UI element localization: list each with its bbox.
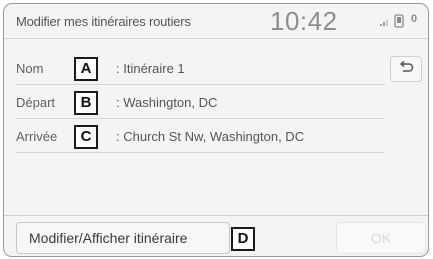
- callout-d: D: [231, 227, 255, 251]
- clock: 10:42: [270, 6, 338, 36]
- route-name-label: Nom: [16, 61, 44, 76]
- page-title: Modifier mes itinéraires routiers: [16, 14, 191, 29]
- departure-row[interactable]: Départ B : Washington, DC: [16, 88, 384, 119]
- footer-divider: [4, 215, 428, 216]
- phone-icon: [394, 14, 404, 28]
- callout-a: A: [74, 57, 98, 81]
- screen-frame: Modifier mes itinéraires routiers 10:42 …: [3, 3, 429, 257]
- signal-icon: [380, 20, 388, 26]
- callout-b: B: [74, 91, 98, 115]
- back-arrow-icon: [399, 61, 414, 72]
- ok-label: OK: [370, 230, 392, 246]
- arrival-value: : Church St Nw, Washington, DC: [116, 129, 305, 144]
- callout-c: C: [74, 125, 98, 149]
- route-name-row[interactable]: Nom A : Itinéraire 1: [16, 54, 384, 85]
- back-button[interactable]: [390, 56, 422, 82]
- modify-view-route-label: Modifier/Afficher itinéraire: [29, 230, 188, 246]
- departure-value: : Washington, DC: [116, 95, 218, 110]
- arrival-row[interactable]: Arrivée C : Church St Nw, Washington, DC: [16, 122, 384, 153]
- departure-label: Départ: [16, 95, 56, 110]
- status-icons: 0: [380, 13, 424, 31]
- header-bar: Modifier mes itinéraires routiers 10:42 …: [4, 4, 428, 39]
- route-name-value: : Itinéraire 1: [116, 61, 185, 76]
- sms-icon: 0: [411, 13, 418, 25]
- ok-button[interactable]: OK: [336, 222, 426, 254]
- modify-view-route-button[interactable]: Modifier/Afficher itinéraire: [16, 222, 230, 254]
- arrival-label: Arrivée: [16, 129, 58, 144]
